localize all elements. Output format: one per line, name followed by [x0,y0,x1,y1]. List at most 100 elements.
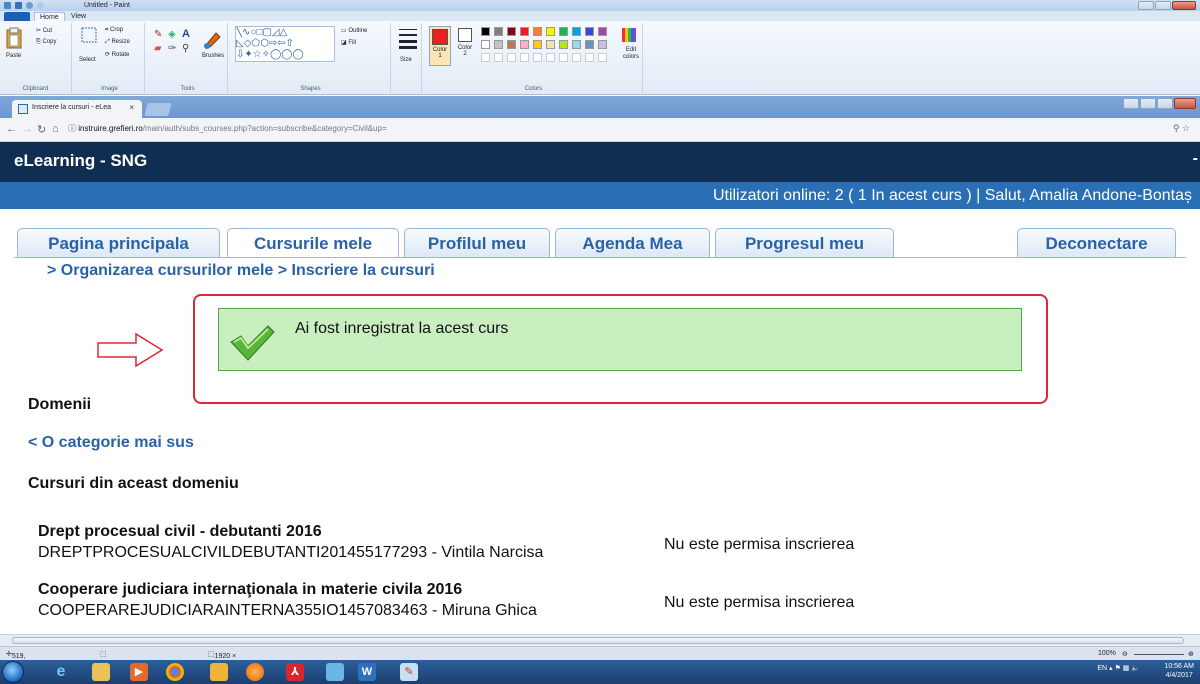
color-swatch[interactable] [533,40,542,49]
close-button[interactable] [1172,1,1196,10]
reload-icon[interactable]: ↻ [37,123,46,136]
acrobat-icon[interactable]: ⅄ [286,663,304,681]
outline-button[interactable]: ▭ Outline [341,27,367,34]
redo-icon[interactable] [37,2,44,9]
language-indicator[interactable]: EN [1097,665,1107,672]
text-tool-icon[interactable]: A [182,28,190,40]
zoom-slider[interactable] [1134,654,1184,655]
eraser-icon[interactable]: ▰ [154,43,162,54]
custom-color-slot[interactable] [572,53,581,62]
resize-button[interactable]: ⤢ Resize [105,39,130,46]
custom-color-slot[interactable] [520,53,529,62]
back-icon[interactable]: ← [6,123,17,135]
volume-icon[interactable]: 🔈 [1131,665,1140,672]
scrollbar-thumb[interactable] [12,637,1184,644]
magnifier-icon[interactable]: ⚲ [182,43,189,54]
new-tab-button[interactable] [144,103,172,116]
internet-explorer-icon[interactable]: e [52,663,70,681]
select-icon[interactable] [81,27,97,43]
select-button[interactable]: Select [79,57,96,63]
undo-icon[interactable] [26,2,33,9]
color-swatch[interactable] [507,27,516,36]
folder-icon[interactable] [210,663,228,681]
shapes-gallery[interactable]: ╲∿○□▢◿△ ◺◇⬠⬡⇨⇦⇧ ⇩✦☆✧◯◯◯ [235,26,335,62]
zoom-in-icon[interactable]: ⊕ [1188,650,1194,658]
logout-button[interactable]: Deconectare [1017,228,1176,258]
file-explorer-icon[interactable] [92,663,110,681]
fill-bucket-icon[interactable]: ◈ [168,29,176,40]
custom-color-slot[interactable] [533,53,542,62]
tab-my-profile[interactable]: Profilul meu [404,228,550,258]
media-player-icon[interactable]: ▶ [130,663,148,681]
copy-button[interactable]: ⎘ Copy [36,39,56,46]
fill-button[interactable]: ◪ Fill [341,39,356,46]
color-swatch[interactable] [481,27,490,36]
custom-color-slot[interactable] [481,53,490,62]
brushes-icon[interactable] [202,27,224,49]
color-picker-icon[interactable]: ✑ [168,43,176,54]
line-size-icon[interactable] [398,27,418,49]
custom-color-slot[interactable] [559,53,568,62]
color-swatch[interactable] [559,40,568,49]
color-swatch[interactable] [585,40,594,49]
browser-user-button[interactable] [1123,98,1139,109]
paste-button[interactable]: Paste [6,53,21,59]
tab-view[interactable]: View [66,12,91,21]
save-icon[interactable] [15,2,22,9]
flag-icon[interactable]: ⚑ [1114,665,1120,672]
color-swatch[interactable] [481,40,490,49]
browser-maximize-button[interactable] [1157,98,1173,109]
edit-colors-icon[interactable] [621,27,637,43]
clock[interactable]: 10:56 AM 4/4/2017 [1164,662,1194,680]
tab-home[interactable]: Home [34,12,65,21]
tab-my-agenda[interactable]: Agenda Mea [555,228,710,258]
color-swatch[interactable] [559,27,568,36]
browser-tab[interactable]: Inscriere la cursuri - eLea × [12,100,142,118]
maximize-button[interactable] [1155,1,1171,10]
custom-color-slot[interactable] [546,53,555,62]
color-swatch[interactable] [585,27,594,36]
browser-close-button[interactable] [1174,98,1196,109]
custom-color-slot[interactable] [585,53,594,62]
rotate-button[interactable]: ⟳ Rotate [105,51,129,58]
color-swatch[interactable] [572,40,581,49]
pencil-icon[interactable]: ✎ [154,29,162,40]
color-swatch[interactable] [598,27,607,36]
browser-minimize-button[interactable] [1140,98,1156,109]
customize-dropdown-icon[interactable] [50,2,55,9]
paint-taskbar-icon[interactable]: ✎ [400,663,418,681]
color-swatch[interactable] [520,27,529,36]
edit-colors-button[interactable]: Edit colors [619,47,643,61]
zoom-out-icon[interactable]: ⊖ [1122,650,1128,658]
color-swatch[interactable] [507,40,516,49]
tab-my-courses[interactable]: Cursurile mele [227,228,399,258]
paste-icon[interactable] [6,27,22,49]
paint-file-menu-button[interactable] [4,12,30,21]
color-swatch[interactable] [572,27,581,36]
color-swatch[interactable] [494,27,503,36]
cut-button[interactable]: ✂ Cut [36,27,52,34]
paint-app-icon[interactable] [4,2,11,9]
size-button[interactable]: Size [400,57,412,63]
color-swatch[interactable] [520,40,529,49]
custom-color-slot[interactable] [507,53,516,62]
color1-button[interactable]: Color 1 [429,26,451,66]
crop-button[interactable]: ⌗ Crop [105,27,123,34]
custom-color-slot[interactable] [494,53,503,62]
color-swatch[interactable] [546,40,555,49]
color2-button[interactable]: Color 2 [454,26,476,66]
start-button[interactable] [2,661,24,683]
breadcrumb[interactable]: > Organizarea cursurilor mele > Inscrier… [47,262,435,280]
color-swatch[interactable] [598,40,607,49]
network-icon[interactable]: ▦ [1123,665,1130,672]
close-tab-icon[interactable]: × [129,103,134,112]
bookmark-star-icon[interactable]: ☆ [1182,123,1190,133]
site-brand[interactable]: eLearning - SNG [14,151,147,171]
color-swatch[interactable] [533,27,542,36]
parent-category-link[interactable]: < O categorie mai sus [28,434,194,452]
url-field[interactable]: ⓘ instruire.grefieri.ro/main/auth/subs_c… [68,123,1188,134]
color-swatch[interactable] [494,40,503,49]
minimize-button[interactable] [1138,1,1154,10]
custom-color-slot[interactable] [598,53,607,62]
firefox-icon[interactable] [246,663,264,681]
